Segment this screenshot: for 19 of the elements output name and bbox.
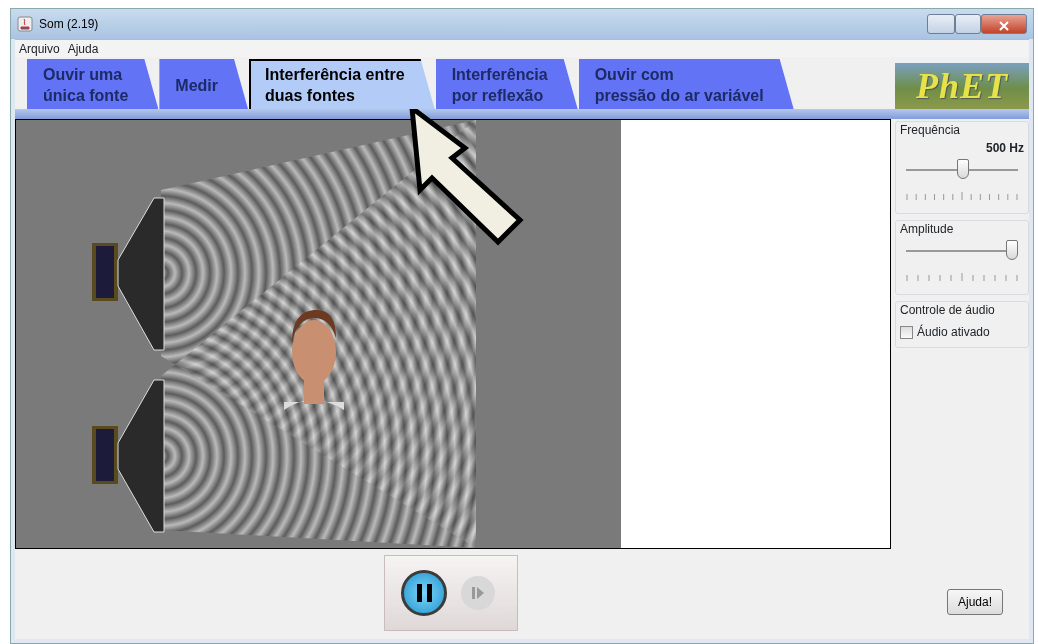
- logo: PhET: [895, 63, 1029, 109]
- group-title: Amplitude: [900, 221, 955, 238]
- close-button[interactable]: [981, 14, 1027, 34]
- group-title: Controle de áudio: [900, 302, 996, 319]
- pause-button[interactable]: [401, 570, 447, 616]
- maximize-button[interactable]: [955, 14, 981, 34]
- app-icon: [17, 16, 33, 32]
- menu-item[interactable]: Ajuda: [67, 40, 99, 57]
- minimize-button[interactable]: [927, 14, 955, 34]
- checkbox[interactable]: [900, 325, 913, 339]
- tab[interactable]: Interferência entre duas fontes: [249, 59, 435, 109]
- help-button[interactable]: Ajuda!: [946, 589, 1003, 615]
- window-title: Som (2.19): [39, 16, 99, 33]
- close-icon: [999, 20, 1009, 31]
- group-title: Frequência: [900, 122, 962, 139]
- frequency-reading: 500 Hz: [984, 140, 1024, 157]
- menu-item[interactable]: Arquivo: [19, 40, 60, 57]
- step-icon: [471, 586, 485, 600]
- checkbox-label: Áudio ativado: [917, 323, 990, 341]
